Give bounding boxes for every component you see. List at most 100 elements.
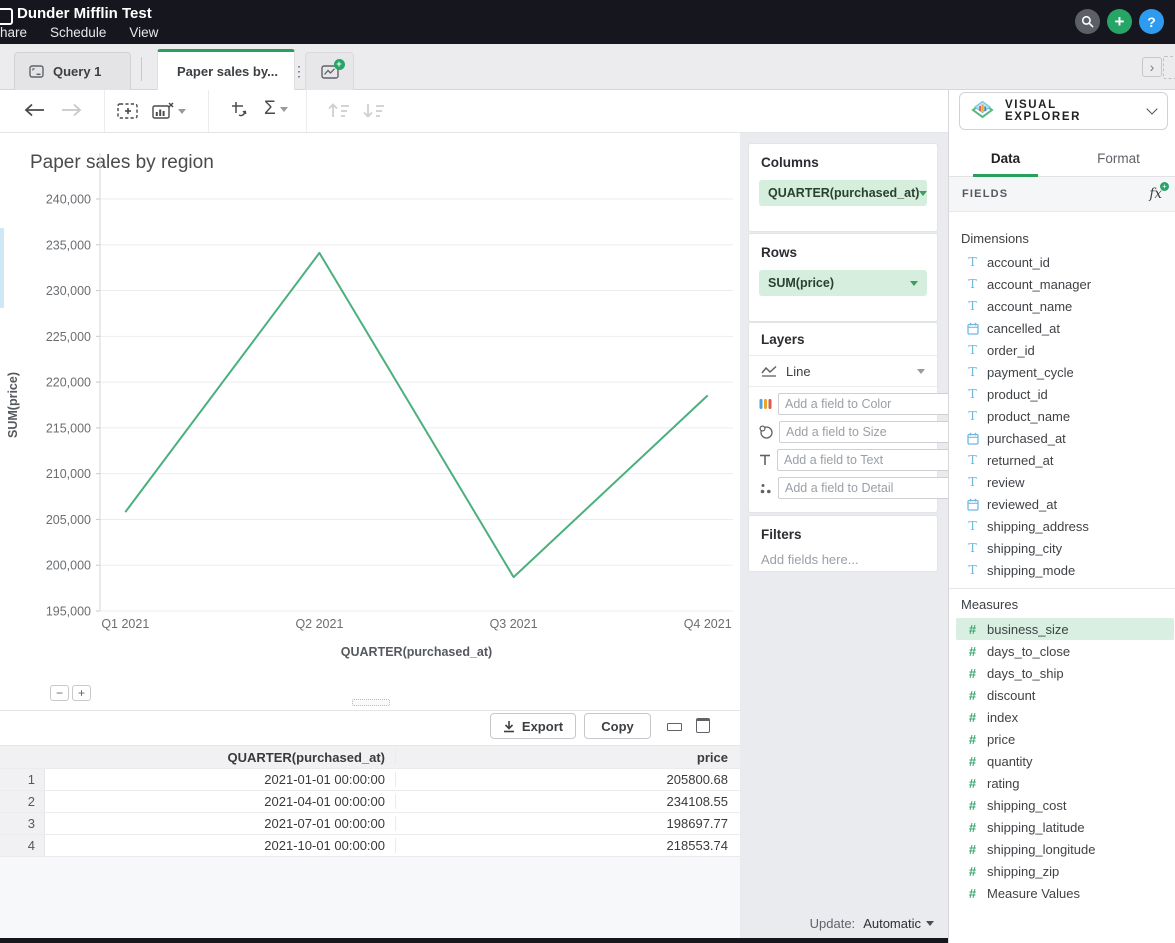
field-label: index bbox=[987, 710, 1018, 725]
sort-ascending-icon bbox=[327, 102, 351, 119]
topbar-actions: + ? bbox=[1075, 9, 1164, 34]
menu-item-view[interactable]: View bbox=[129, 25, 158, 40]
field-label: discount bbox=[987, 688, 1035, 703]
field-item-index[interactable]: #index bbox=[949, 706, 1175, 728]
field-item-rating[interactable]: # rating bbox=[949, 772, 1175, 794]
help-button[interactable]: ? bbox=[1139, 9, 1164, 34]
field-item-account-id[interactable]: Taccount_id bbox=[949, 251, 1175, 273]
search-button[interactable] bbox=[1075, 9, 1100, 34]
field-item-shipping-city[interactable]: Tshipping_city bbox=[949, 537, 1175, 559]
tab-menu-icon[interactable]: ⋮ bbox=[292, 63, 306, 80]
layers-shelf: Layers Line bbox=[748, 322, 938, 513]
measure-icon: # bbox=[969, 843, 976, 856]
field-item-days-to-close[interactable]: #days_to_close bbox=[949, 640, 1175, 662]
expand-table-icon[interactable] bbox=[696, 718, 710, 733]
field-item-days-to-ship[interactable]: #days_to_ship bbox=[949, 662, 1175, 684]
table-row: 32021-07-01 00:00:00198697.77 bbox=[0, 813, 740, 835]
size-field-input[interactable] bbox=[779, 421, 954, 443]
new-chart-tab-button[interactable]: + bbox=[305, 52, 354, 90]
measure-icon: # bbox=[969, 755, 976, 768]
undo-button[interactable] bbox=[24, 103, 46, 117]
copy-button[interactable]: Copy bbox=[584, 713, 651, 739]
field-item-reviewed-at[interactable]: reviewed_at bbox=[949, 493, 1175, 515]
detail-field-input[interactable] bbox=[778, 477, 953, 499]
add-chart-icon bbox=[117, 102, 139, 120]
field-item-review[interactable]: Treview bbox=[949, 471, 1175, 493]
menu-item-schedule[interactable]: Schedule bbox=[50, 25, 106, 40]
results-table[interactable]: QUARTER(purchased_at)price12021-01-01 00… bbox=[0, 745, 740, 857]
export-button[interactable]: Export bbox=[490, 713, 576, 739]
field-item-returned-at[interactable]: Treturned_at bbox=[949, 449, 1175, 471]
add-button[interactable]: + bbox=[1107, 9, 1132, 34]
field-item-business-size[interactable]: #business_size bbox=[956, 618, 1174, 640]
field-item-shipping-cost[interactable]: #shipping_cost bbox=[949, 794, 1175, 816]
field-item-shipping-zip[interactable]: #shipping_zip bbox=[949, 860, 1175, 882]
field-item-measure-values[interactable]: #Measure Values bbox=[949, 882, 1175, 904]
field-item-order-id[interactable]: Torder_id bbox=[949, 339, 1175, 361]
field-item-shipping-latitude[interactable]: #shipping_latitude bbox=[949, 816, 1175, 838]
swap-axes-button[interactable] bbox=[231, 101, 251, 121]
field-label: shipping_cost bbox=[987, 798, 1067, 813]
text-dimension-icon: T bbox=[968, 300, 976, 313]
panel-resize-handle[interactable] bbox=[352, 699, 390, 706]
filters-shelf[interactable]: Filters Add fields here... bbox=[748, 515, 938, 572]
remove-chart-button[interactable] bbox=[152, 102, 186, 120]
field-item-payment-cycle[interactable]: Tpayment_cycle bbox=[949, 361, 1175, 383]
redo-button[interactable] bbox=[60, 103, 82, 117]
fields-header: FIELDS fx + bbox=[949, 177, 1175, 212]
question-icon: ? bbox=[1147, 14, 1156, 30]
measure-icon: # bbox=[969, 887, 976, 900]
tab-paper-sales[interactable]: Paper sales by... ⋮ bbox=[157, 49, 295, 90]
color-field-input[interactable] bbox=[778, 393, 953, 415]
field-item-price[interactable]: #price bbox=[949, 728, 1175, 750]
tab-overflow-button[interactable]: › bbox=[1142, 57, 1162, 77]
field-item-shipping-address[interactable]: Tshipping_address bbox=[949, 515, 1175, 537]
field-item-cancelled-at[interactable]: cancelled_at bbox=[949, 317, 1175, 339]
text-field-input[interactable] bbox=[777, 449, 952, 471]
field-item-account-name[interactable]: Taccount_name bbox=[949, 295, 1175, 317]
table-cell: 2021-07-01 00:00:00 bbox=[45, 816, 396, 831]
field-item-shipping-longitude[interactable]: #shipping_longitude bbox=[949, 838, 1175, 860]
sort-descending-button[interactable] bbox=[362, 102, 386, 119]
add-calculated-field-button[interactable]: fx + bbox=[1149, 186, 1162, 202]
columns-field-pill[interactable]: QUARTER(purchased_at) bbox=[759, 180, 927, 206]
field-item-quantity[interactable]: #quantity bbox=[949, 750, 1175, 772]
chart-remove-icon bbox=[152, 102, 174, 120]
table-cell: 4 bbox=[0, 835, 45, 856]
svg-text:225,000: 225,000 bbox=[46, 330, 91, 344]
sort-ascending-button[interactable] bbox=[327, 102, 351, 119]
field-item-purchased-at[interactable]: purchased_at bbox=[949, 427, 1175, 449]
line-chart[interactable]: 240,000235,000230,000225,000220,000215,0… bbox=[0, 145, 740, 680]
collapse-table-icon[interactable] bbox=[667, 723, 682, 731]
update-mode-select[interactable]: Automatic bbox=[863, 916, 934, 931]
field-item-shipping-mode[interactable]: Tshipping_mode bbox=[949, 559, 1175, 581]
tab-query-1[interactable]: Query 1 bbox=[14, 52, 131, 90]
field-item-product-name[interactable]: Tproduct_name bbox=[949, 405, 1175, 427]
plus-badge-icon: + bbox=[334, 59, 345, 70]
field-label: shipping_address bbox=[987, 519, 1089, 534]
layer-type-select[interactable]: Line bbox=[749, 356, 937, 387]
measure-icon: # bbox=[969, 777, 976, 790]
update-mode-value: Automatic bbox=[863, 916, 921, 931]
field-label: account_name bbox=[987, 299, 1072, 314]
tab-label: Paper sales by... bbox=[177, 64, 278, 79]
field-item-account-manager[interactable]: Taccount_manager bbox=[949, 273, 1175, 295]
aggregate-button[interactable]: Σ bbox=[264, 98, 288, 120]
add-chart-button[interactable] bbox=[117, 102, 139, 120]
field-item-discount[interactable]: #discount bbox=[949, 684, 1175, 706]
field-label: product_id bbox=[987, 387, 1048, 402]
zoom-out-button[interactable]: − bbox=[50, 685, 69, 701]
tab-separator bbox=[141, 57, 142, 81]
tab-format[interactable]: Format bbox=[1062, 140, 1175, 176]
rows-field-pill[interactable]: SUM(price) bbox=[759, 270, 927, 296]
field-item-product-id[interactable]: Tproduct_id bbox=[949, 383, 1175, 405]
zoom-in-button[interactable]: + bbox=[72, 685, 91, 701]
menu-item-share[interactable]: Share bbox=[0, 25, 27, 40]
visual-explorer-select[interactable]: VISUAL EXPLORER bbox=[959, 92, 1168, 130]
field-label: shipping_latitude bbox=[987, 820, 1085, 835]
field-label: rating bbox=[987, 776, 1020, 791]
tab-data[interactable]: Data bbox=[949, 140, 1062, 176]
svg-text:215,000: 215,000 bbox=[46, 421, 91, 435]
svg-text:240,000: 240,000 bbox=[46, 193, 91, 207]
text-dimension-icon: T bbox=[968, 520, 976, 533]
